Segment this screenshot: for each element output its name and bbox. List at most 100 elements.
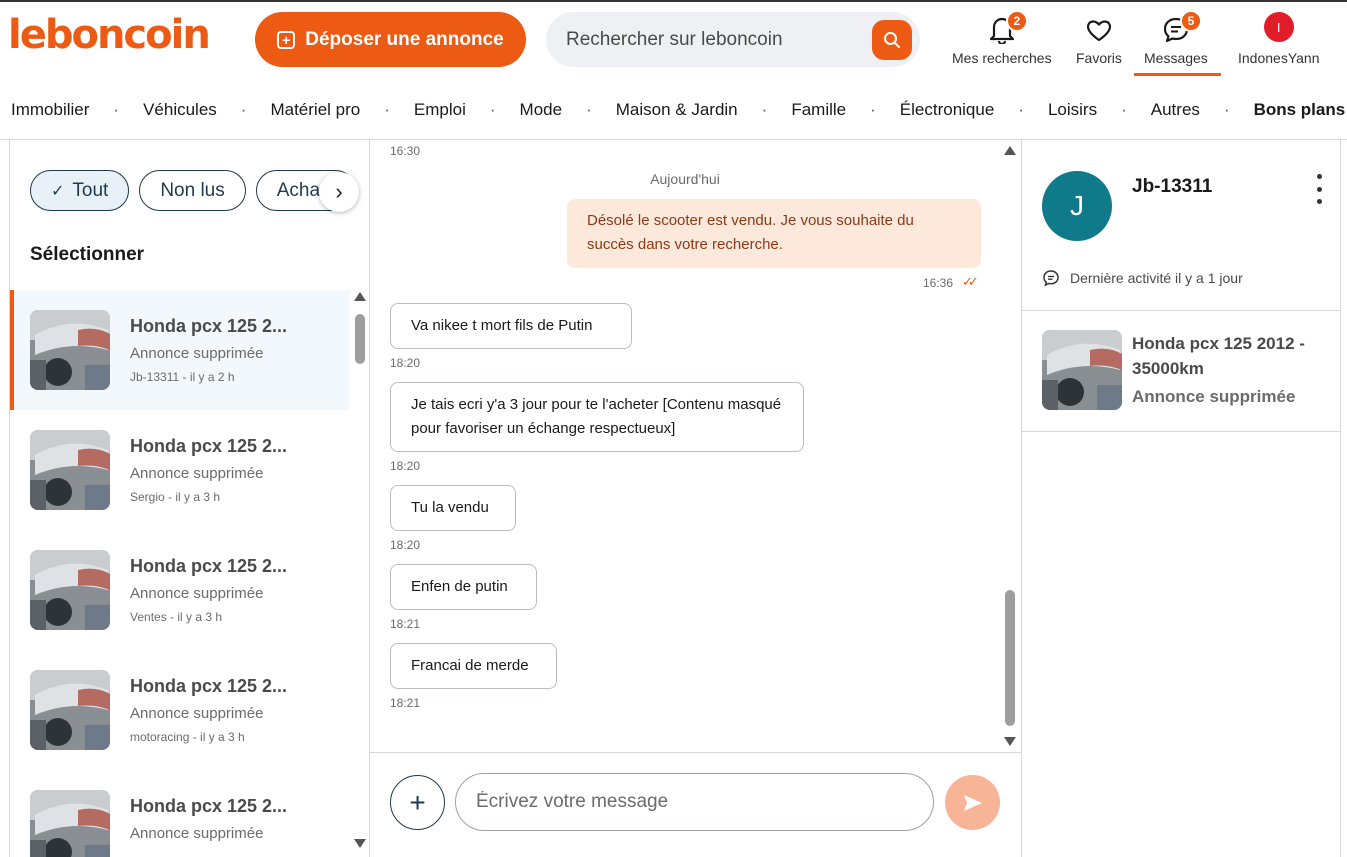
scooter-thumbnail (30, 550, 110, 630)
conversation-status: Annonce supprimée (130, 585, 264, 602)
user-avatar: I (1263, 12, 1294, 42)
last-activity: Dernière activité il y a 1 jour (1042, 269, 1243, 287)
chat-bubble-icon (1043, 270, 1059, 287)
contact-name[interactable]: Jb-13311 (1132, 176, 1212, 198)
conversation-status: Annonce supprimée (130, 705, 264, 722)
category-materiel-pro[interactable]: Matériel pro (270, 100, 360, 120)
incoming-message: Tu la vendu (390, 485, 516, 531)
category-nav: Immobilier · Véhicules · Matériel pro · Emp… (0, 90, 1347, 130)
category-maison-jardin[interactable]: Maison & Jardin (616, 100, 738, 120)
conversation-title: Honda pcx 125 2... (130, 676, 288, 696)
conversation-item[interactable]: Honda pcx 125 2... Annonce supprimée mot… (10, 650, 350, 770)
outgoing-message: Désolé le scooter est vendu. Je vous sou… (567, 199, 981, 268)
message-time: 18:21 (390, 617, 421, 631)
category-electronique[interactable]: Électronique (900, 100, 995, 120)
scooter-thumbnail (30, 670, 110, 750)
more-options-icon[interactable] (1311, 174, 1327, 204)
filter-unread[interactable]: Non lus (139, 170, 246, 211)
double-check-icon: ✓✓ (962, 274, 979, 289)
plus-icon: + (409, 786, 426, 818)
conversation-meta: Ventes - il y a 3 h (130, 610, 223, 624)
conversation-item[interactable]: Honda pcx 125 2... Annonce supprimée (10, 770, 350, 857)
chevron-right-icon: › (335, 179, 343, 204)
category-separator: · (761, 100, 768, 119)
conversation-item[interactable]: Honda pcx 125 2... Annonce supprimée Ven… (10, 530, 350, 650)
category-bons-plans[interactable]: Bons plans ! (1254, 100, 1347, 120)
category-separator: · (384, 100, 390, 119)
scroll-down-arrow-icon[interactable] (1004, 737, 1016, 746)
message-composer: + (370, 752, 1021, 857)
messages-badge: 5 (1179, 10, 1202, 32)
nav-my-searches-label: Mes recherches (952, 50, 1052, 66)
messages-active-indicator (1134, 73, 1221, 76)
incoming-message: Enfen de putin (390, 564, 537, 610)
conversation-meta: Jb-13311 - il y a 2 h (130, 370, 235, 384)
searches-badge: 2 (1005, 10, 1028, 32)
conversation-item[interactable]: Honda pcx 125 2... Annonce supprimée Ser… (10, 410, 350, 530)
category-separator: · (1121, 100, 1127, 119)
nav-favorites[interactable]: Favoris (1076, 10, 1122, 66)
send-button[interactable] (945, 775, 1000, 830)
category-loisirs[interactable]: Loisirs (1048, 100, 1097, 120)
category-autres[interactable]: Autres (1151, 100, 1200, 120)
message-input[interactable] (455, 773, 934, 831)
contact-avatar[interactable]: J (1042, 171, 1112, 241)
deposit-ad-button[interactable]: + Déposer une annonce (255, 12, 526, 67)
filters-scroll-right-button[interactable]: › (319, 172, 359, 212)
filter-all-label: Tout (72, 179, 109, 201)
incoming-message: Va nikee t mort fils de Putin (390, 303, 632, 349)
filter-all[interactable]: ✓ Tout (30, 170, 130, 211)
category-separator: · (586, 100, 592, 119)
sidebar-scroll-thumb[interactable] (355, 314, 365, 364)
category-separator: · (870, 100, 876, 119)
scooter-thumbnail (30, 790, 110, 857)
scroll-up-arrow-icon[interactable] (1004, 146, 1016, 155)
search-button[interactable] (872, 20, 912, 60)
nav-user-account[interactable]: I IndonesYann (1238, 10, 1319, 66)
conversation-status: Annonce supprimée (130, 465, 264, 482)
contact-panel: J Jb-13311 Dernière activité il y a 1 jo… (1021, 140, 1341, 857)
sidebar-scrollbar[interactable] (352, 292, 366, 848)
heart-icon (1086, 20, 1111, 42)
nav-messages-label: Messages (1144, 50, 1208, 66)
conversation-meta: motoracing - il y a 3 h (130, 730, 245, 744)
conversation-sidebar: ✓ Tout Non lus Achats › Sélectionner Hond… (9, 140, 370, 857)
search-input[interactable] (566, 28, 856, 51)
category-immobilier[interactable]: Immobilier (11, 100, 89, 120)
category-mode[interactable]: Mode (520, 100, 563, 120)
scroll-up-arrow-icon[interactable] (354, 292, 366, 301)
send-icon (963, 794, 982, 811)
conversation-filters: ✓ Tout Non lus Achats (30, 170, 356, 211)
deposit-ad-label: Déposer une annonce (305, 28, 504, 50)
leboncoin-logo[interactable]: leboncoin (8, 12, 211, 58)
conversation-list: Honda pcx 125 2... Annonce supprimée Jb-… (10, 290, 350, 857)
select-title[interactable]: Sélectionner (30, 244, 144, 266)
listing-title: Honda pcx 125 2012 - 35000km (1132, 334, 1305, 378)
search-bar (546, 12, 920, 67)
scooter-thumbnail (30, 430, 110, 510)
category-separator: · (240, 100, 247, 119)
add-attachment-button[interactable]: + (390, 775, 445, 830)
nav-messages[interactable]: 5 Messages (1144, 10, 1208, 66)
scroll-down-arrow-icon[interactable] (354, 839, 366, 848)
nav-my-searches[interactable]: 2 Mes recherches (952, 10, 1052, 66)
category-vehicules[interactable]: Véhicules (143, 100, 217, 120)
conversation-meta: Sergio - il y a 3 h (130, 490, 221, 504)
chat-scroll-thumb[interactable] (1005, 590, 1015, 726)
chat-scrollbar[interactable] (1002, 146, 1016, 746)
last-activity-text: Dernière activité il y a 1 jour (1070, 270, 1243, 286)
listing-status: Annonce supprimée (1132, 387, 1296, 406)
filter-unread-label: Non lus (160, 179, 225, 201)
message-time: 18:20 (390, 459, 421, 473)
category-separator: · (1223, 100, 1230, 119)
conversation-item[interactable]: Honda pcx 125 2... Annonce supprimée Jb-… (10, 290, 350, 410)
plus-square-icon: + (277, 30, 296, 49)
check-icon: ✓ (51, 182, 65, 200)
category-famille[interactable]: Famille (791, 100, 846, 120)
listing-card[interactable]: Honda pcx 125 2012 - 35000km Annonce sup… (1042, 330, 1322, 410)
scooter-thumbnail (30, 310, 110, 390)
scooter-thumbnail (1042, 330, 1122, 410)
panel-divider (1022, 310, 1341, 311)
category-emploi[interactable]: Emploi (414, 100, 466, 120)
message-time: 18:21 (390, 696, 421, 710)
